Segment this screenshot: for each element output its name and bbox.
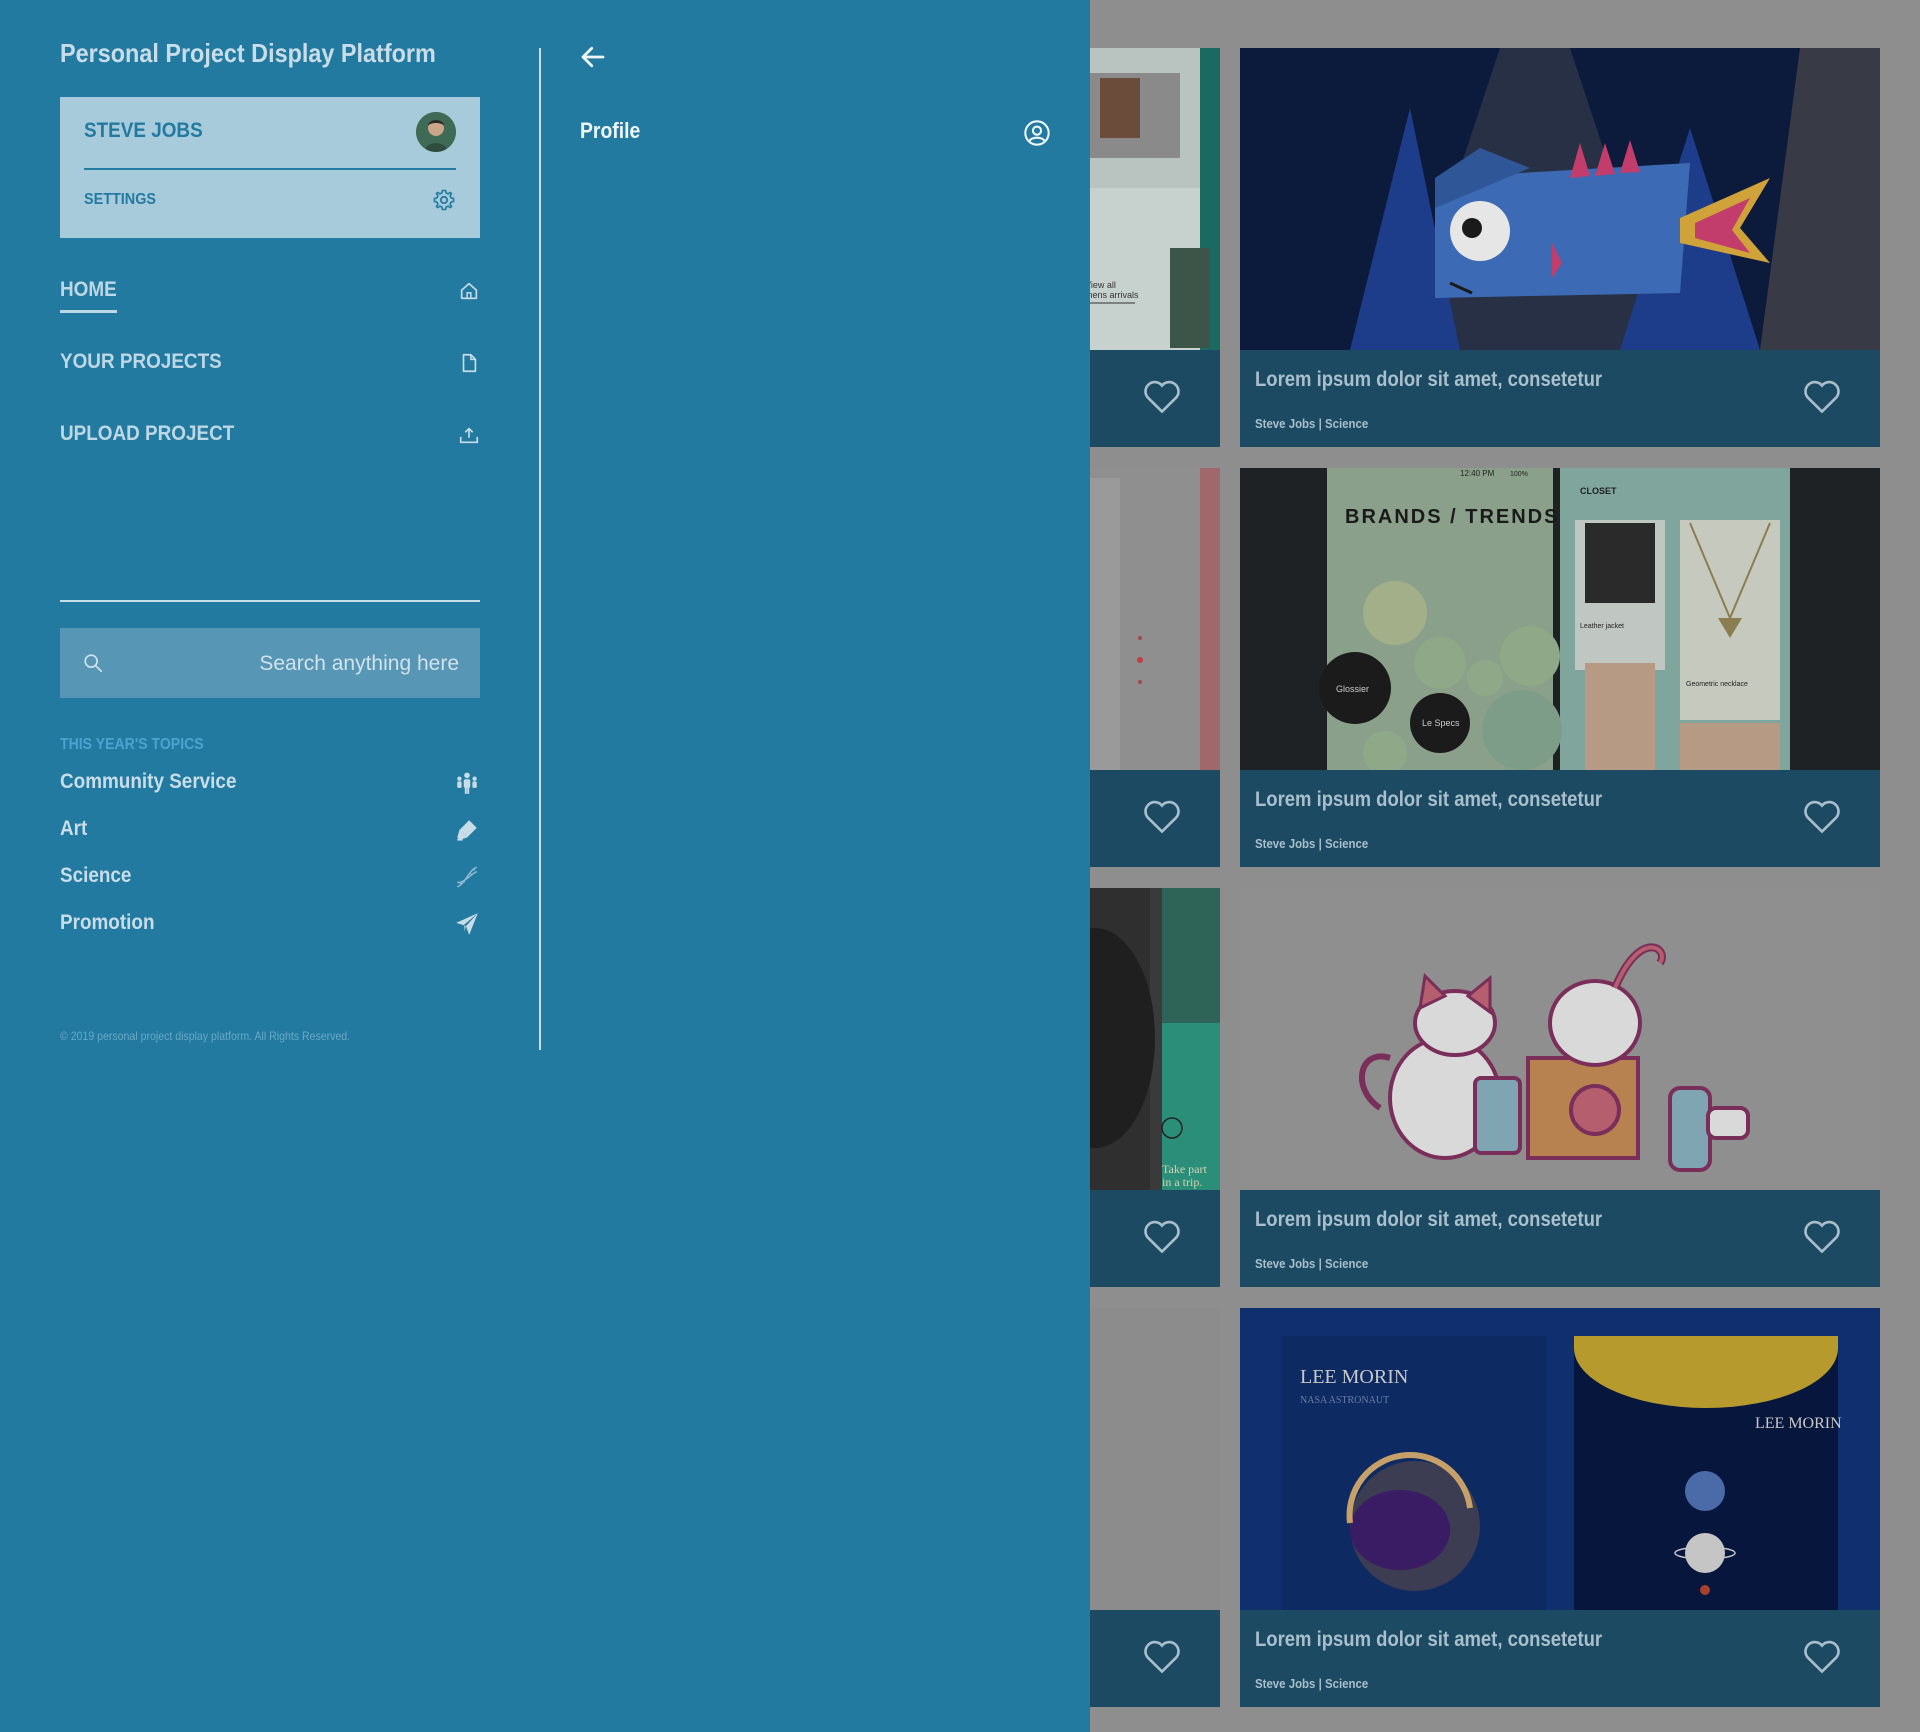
bubble-label: Le Specs: [1422, 718, 1460, 728]
dna-icon: [456, 866, 478, 888]
project-title[interactable]: Lorem ipsum dolor sit amet, consetetur: [1255, 788, 1602, 812]
heart-icon[interactable]: [1142, 1218, 1182, 1254]
svg-text:mens arrivals: mens arrivals: [1085, 290, 1139, 300]
user-name[interactable]: STEVE JOBS: [84, 119, 203, 143]
nav-item-upload-project[interactable]: UPLOAD PROJECT: [60, 422, 480, 462]
fish-illustration: [1240, 48, 1880, 350]
poster-name: LEE MORIN: [1755, 1415, 1842, 1432]
marker-icon: [457, 820, 477, 841]
user-circle-icon[interactable]: [1023, 119, 1051, 147]
avatar[interactable]: [416, 112, 456, 152]
product-label: Leather jacket: [1580, 623, 1624, 630]
heart-icon[interactable]: [1802, 1638, 1842, 1674]
project-meta: Steve Jobs | Science: [1255, 1676, 1369, 1691]
project-title[interactable]: Lorem ipsum dolor sit amet, consetetur: [1255, 368, 1602, 392]
heart-icon[interactable]: [1142, 378, 1182, 414]
project-thumbnail: LEE MORIN NASA ASTRONAUT LEE MORIN: [1240, 1308, 1880, 1610]
active-indicator: [60, 310, 117, 313]
profile-link[interactable]: Profile: [580, 118, 640, 144]
fashion-app-screens: 12:40 PM 100% BRANDS / TRENDS Glossier L…: [1240, 468, 1880, 770]
brands-heading: BRANDS / TRENDS: [1345, 506, 1559, 528]
project-card-footer: Lorem ipsum dolor sit amet, consetetur S…: [1240, 350, 1880, 447]
topics-heading: THIS YEAR'S TOPICS: [60, 736, 204, 753]
heart-icon[interactable]: [1142, 1638, 1182, 1674]
topic-promotion[interactable]: Promotion: [60, 911, 480, 945]
poster-role: NASA ASTRONAUT: [1300, 1395, 1389, 1406]
arrow-left-icon[interactable]: [578, 42, 608, 72]
topic-label: Community Service: [60, 770, 237, 793]
divider: [60, 600, 480, 602]
project-title[interactable]: Lorem ipsum dolor sit amet, consetetur: [1255, 1628, 1602, 1652]
project-card-footer: Lorem ipsum dolor sit amet, consetetur S…: [1240, 1190, 1880, 1287]
heart-icon[interactable]: [1802, 798, 1842, 834]
project-card-2[interactable]: 12:40 PM 100% BRANDS / TRENDS Glossier L…: [1240, 468, 1880, 867]
project-thumbnail: [1240, 48, 1880, 350]
topic-label: Science: [60, 864, 132, 887]
project-card-footer: Lorem ipsum dolor sit amet, consetetur S…: [1240, 770, 1880, 867]
app-title[interactable]: Personal Project Display Platform: [60, 38, 436, 69]
navigation-drawer: Personal Project Display Platform STEVE …: [0, 0, 1090, 1732]
user-panel: STEVE JOBS SETTINGS: [60, 97, 480, 238]
avatar-image: [416, 112, 456, 152]
search-input[interactable]: [120, 628, 461, 700]
project-card-footer: Lorem ipsum dolor sit amet, consetetur S…: [1240, 1610, 1880, 1707]
project-card-3[interactable]: Lorem ipsum dolor sit amet, consetetur S…: [1240, 888, 1880, 1287]
heart-icon[interactable]: [1142, 798, 1182, 834]
topic-label: Art: [60, 817, 88, 840]
nav-item-label: HOME: [60, 278, 117, 301]
astronaut-poster: LEE MORIN NASA ASTRONAUT LEE MORIN: [1240, 1308, 1880, 1610]
topic-science[interactable]: Science: [60, 864, 480, 898]
project-meta: Steve Jobs | Science: [1255, 836, 1369, 851]
phone-battery: 100%: [1510, 471, 1528, 478]
bubble-label: Glossier: [1336, 684, 1369, 694]
search-icon: [84, 654, 103, 673]
project-meta: Steve Jobs | Science: [1255, 1256, 1369, 1271]
project-card-4[interactable]: LEE MORIN NASA ASTRONAUT LEE MORIN Lorem…: [1240, 1308, 1880, 1707]
copyright-text: © 2019 personal project display platform…: [60, 1029, 351, 1043]
nav-item-home[interactable]: HOME: [60, 278, 480, 318]
svg-text:Take part: Take part: [1162, 1162, 1207, 1176]
poster-name: LEE MORIN: [1300, 1366, 1408, 1388]
project-title[interactable]: Lorem ipsum dolor sit amet, consetetur: [1255, 1208, 1602, 1232]
search-bar[interactable]: [60, 628, 480, 700]
topic-art[interactable]: Art: [60, 817, 480, 851]
file-icon: [462, 353, 477, 373]
project-thumbnail: [1240, 888, 1880, 1190]
nav-item-label: UPLOAD PROJECT: [60, 422, 235, 445]
closet-heading: CLOSET: [1580, 486, 1617, 496]
divider: [84, 168, 456, 170]
heart-icon[interactable]: [1802, 378, 1842, 414]
panel-divider: [539, 48, 541, 1050]
nav-item-label: YOUR PROJECTS: [60, 350, 222, 373]
paper-plane-icon: [456, 913, 478, 935]
upload-icon: [459, 427, 479, 444]
people-icon: [457, 772, 477, 794]
project-meta: Steve Jobs | Science: [1255, 416, 1369, 431]
topic-community-service[interactable]: Community Service: [60, 770, 480, 804]
settings-link[interactable]: SETTINGS: [84, 191, 156, 209]
phone-time: 12:40 PM: [1460, 469, 1495, 478]
project-card-1[interactable]: Lorem ipsum dolor sit amet, consetetur S…: [1240, 48, 1880, 447]
project-thumbnail: 12:40 PM 100% BRANDS / TRENDS Glossier L…: [1240, 468, 1880, 770]
svg-text:in a trip.: in a trip.: [1162, 1175, 1202, 1189]
cats-illustration: [1240, 888, 1880, 1190]
gear-icon[interactable]: [432, 188, 456, 212]
topic-label: Promotion: [60, 911, 155, 934]
nav-item-your-projects[interactable]: YOUR PROJECTS: [60, 350, 480, 390]
home-icon: [460, 282, 478, 300]
product-label: Geometric necklace: [1686, 681, 1748, 688]
heart-icon[interactable]: [1802, 1218, 1842, 1254]
